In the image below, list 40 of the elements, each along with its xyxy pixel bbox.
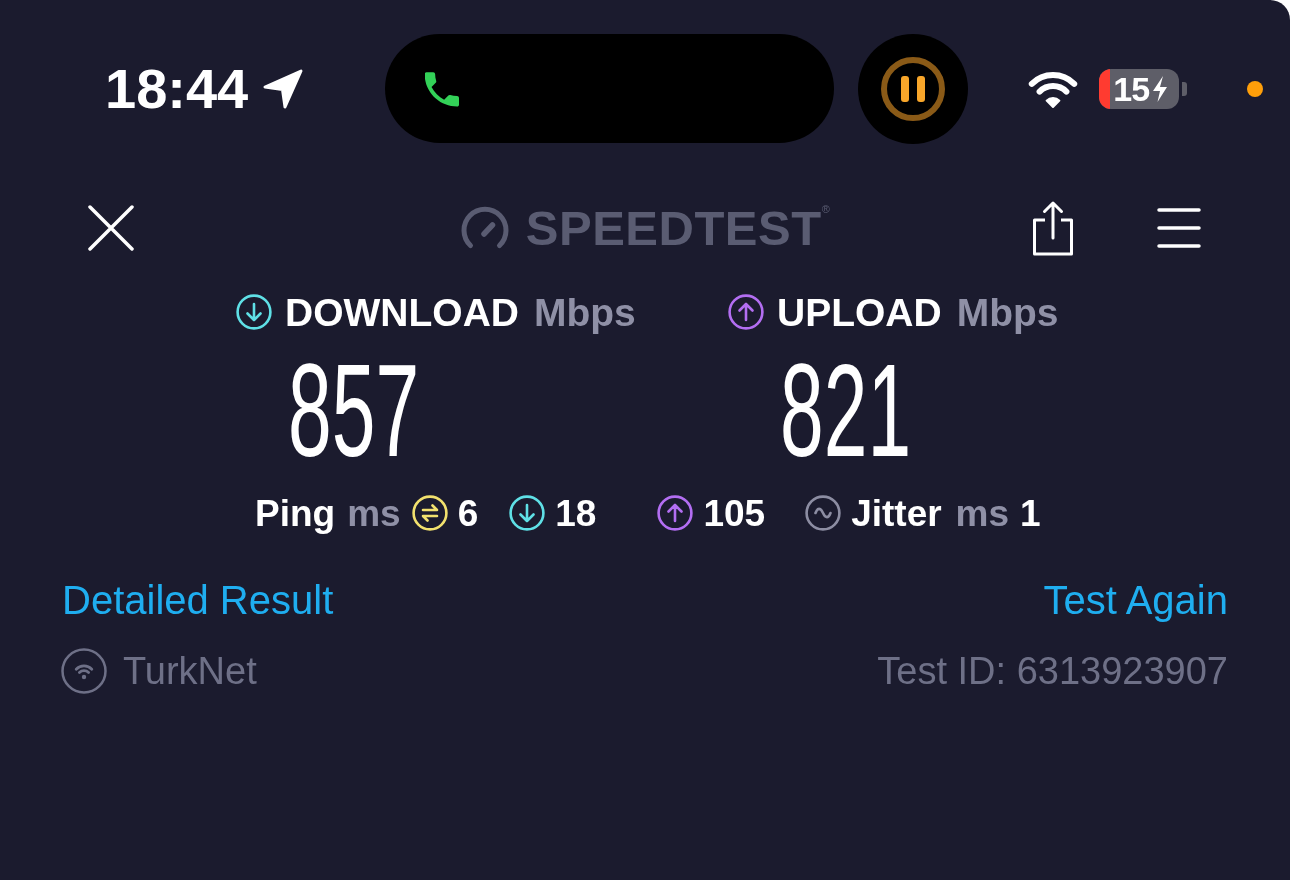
close-icon [88, 205, 134, 251]
arrow-down-circle-icon [236, 294, 272, 330]
share-icon [1032, 200, 1074, 256]
unit-label: Mbps [533, 292, 636, 332]
test-again-link[interactable]: Test Again [1043, 580, 1228, 620]
location-arrow-icon [262, 67, 305, 110]
arrow-down-circle-icon [509, 495, 546, 531]
unit-label: Mbps [956, 292, 1059, 332]
arrow-up-circle-icon [657, 495, 694, 531]
status-dot-icon [1247, 80, 1264, 97]
gauge-icon [459, 205, 510, 251]
close-button[interactable] [88, 205, 134, 251]
wave-circle-icon [805, 495, 842, 531]
test-id: Test ID: 6313923907 [877, 652, 1228, 690]
speed-value: 857 [288, 345, 420, 476]
detailed-result-link[interactable]: Detailed Result [62, 580, 334, 620]
battery-percentage: 15 [1113, 71, 1150, 106]
wifi-circle-icon [61, 648, 107, 694]
lightning-bolt-icon [1151, 74, 1170, 103]
network-name: TurkNet [123, 652, 257, 690]
result-label: UPLOAD [777, 292, 942, 332]
ping-label: Ping [255, 494, 336, 532]
swap-arrows-icon [411, 495, 448, 531]
logo-wordmark: SPEEDTEST$^{®}$ [525, 203, 831, 253]
pause-icon [858, 33, 969, 144]
arrow-up-circle-icon [728, 294, 764, 330]
unit-label: ms [955, 494, 1010, 532]
latency-value: 18 [555, 494, 597, 532]
jitter-label: Jitter [851, 494, 942, 532]
unit-label: ms [347, 494, 401, 532]
clock-time: 18:44 [105, 60, 249, 117]
jitter-value: 1 [1020, 494, 1041, 532]
latency-value: 105 [703, 494, 766, 532]
menu-button[interactable] [1157, 206, 1201, 250]
menu-icon [1157, 206, 1201, 250]
latency-value: 6 [457, 494, 479, 532]
battery-low-segment [1099, 68, 1111, 109]
speed-value: 821 [780, 345, 912, 476]
result-label: DOWNLOAD [285, 292, 519, 332]
share-button[interactable] [1032, 200, 1074, 256]
